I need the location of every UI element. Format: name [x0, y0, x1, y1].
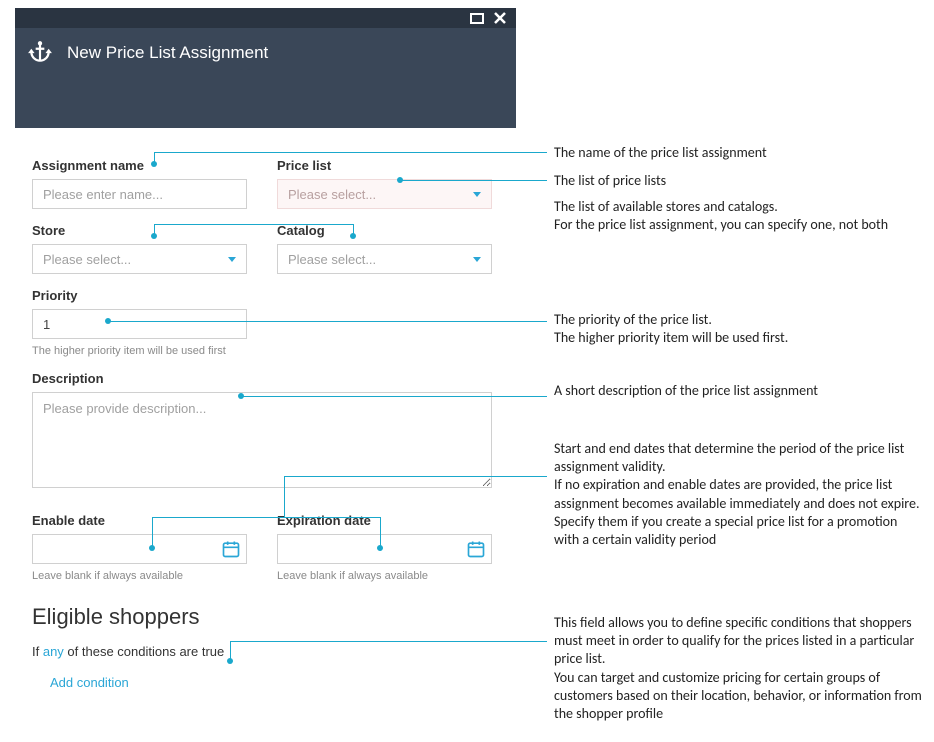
- blade-header: New Price List Assignment: [15, 28, 516, 78]
- leader: [154, 224, 155, 236]
- annot-priority: The priority of the price list.The highe…: [554, 311, 924, 347]
- blade-titlebar: [15, 8, 516, 28]
- leader: [154, 224, 298, 225]
- description-label: Description: [32, 371, 492, 386]
- leader: [230, 641, 547, 642]
- anchor-icon: [27, 39, 53, 68]
- enable-date-label: Enable date: [32, 513, 247, 528]
- leader: [380, 517, 381, 548]
- store-label: Store: [32, 223, 247, 238]
- leader: [154, 152, 155, 164]
- leader: [230, 641, 231, 661]
- cond-any-toggle[interactable]: any: [43, 644, 64, 659]
- blade-title: New Price List Assignment: [67, 43, 268, 63]
- add-condition-link[interactable]: Add condition: [32, 675, 492, 690]
- leader: [284, 517, 285, 518]
- assignment-name-label: Assignment name: [32, 158, 247, 173]
- store-select[interactable]: Please select...: [32, 244, 247, 274]
- calendar-icon[interactable]: [220, 538, 242, 560]
- leader: [152, 517, 153, 548]
- description-input[interactable]: [32, 392, 492, 488]
- price-list-placeholder: Please select...: [288, 187, 376, 202]
- priority-input[interactable]: [32, 309, 247, 339]
- leader: [241, 396, 547, 397]
- catalog-label: Catalog: [277, 223, 492, 238]
- annot-eligible: This field allows you to define specific…: [554, 614, 924, 723]
- annot-store-catalog: The list of available stores and catalog…: [554, 198, 924, 234]
- blade: New Price List Assignment: [15, 8, 516, 128]
- chevron-down-icon: [228, 257, 236, 262]
- leader: [353, 224, 354, 236]
- priority-hint: The higher priority item will be used fi…: [32, 345, 247, 357]
- leader: [284, 476, 285, 517]
- annot-description: A short description of the price list as…: [554, 382, 924, 400]
- annot-pricelist: The list of price lists: [554, 172, 924, 190]
- cond-prefix: If: [32, 644, 43, 659]
- condition-line: If any of these conditions are true: [32, 644, 492, 659]
- chevron-down-icon: [473, 257, 481, 262]
- enable-date-hint: Leave blank if always available: [32, 570, 247, 582]
- chevron-down-icon: [473, 192, 481, 197]
- catalog-placeholder: Please select...: [288, 252, 376, 267]
- maximize-icon[interactable]: [470, 13, 484, 24]
- store-placeholder: Please select...: [43, 252, 131, 267]
- form: Assignment name Price list Please select…: [32, 158, 492, 690]
- annot-dates: Start and end dates that determine the p…: [554, 440, 924, 549]
- leader: [152, 517, 380, 518]
- priority-label: Priority: [32, 288, 247, 303]
- price-list-select[interactable]: Please select...: [277, 179, 492, 209]
- leader: [108, 321, 547, 322]
- expiration-date-input[interactable]: [277, 534, 492, 564]
- expiration-date-hint: Leave blank if always available: [277, 570, 492, 582]
- enable-date-input[interactable]: [32, 534, 247, 564]
- annot-name: The name of the price list assignment: [554, 144, 924, 162]
- calendar-icon[interactable]: [465, 538, 487, 560]
- expiration-date-label: Expiration date: [277, 513, 492, 528]
- eligible-heading: Eligible shoppers: [32, 604, 492, 630]
- assignment-name-input[interactable]: [32, 179, 247, 209]
- leader: [400, 180, 547, 181]
- leader: [284, 476, 547, 477]
- close-icon[interactable]: [494, 12, 506, 24]
- catalog-select[interactable]: Please select...: [277, 244, 492, 274]
- blade-toolbar: [15, 78, 516, 128]
- price-list-label: Price list: [277, 158, 492, 173]
- leader: [298, 224, 353, 225]
- leader: [154, 152, 547, 153]
- cond-suffix: of these conditions are true: [64, 644, 224, 659]
